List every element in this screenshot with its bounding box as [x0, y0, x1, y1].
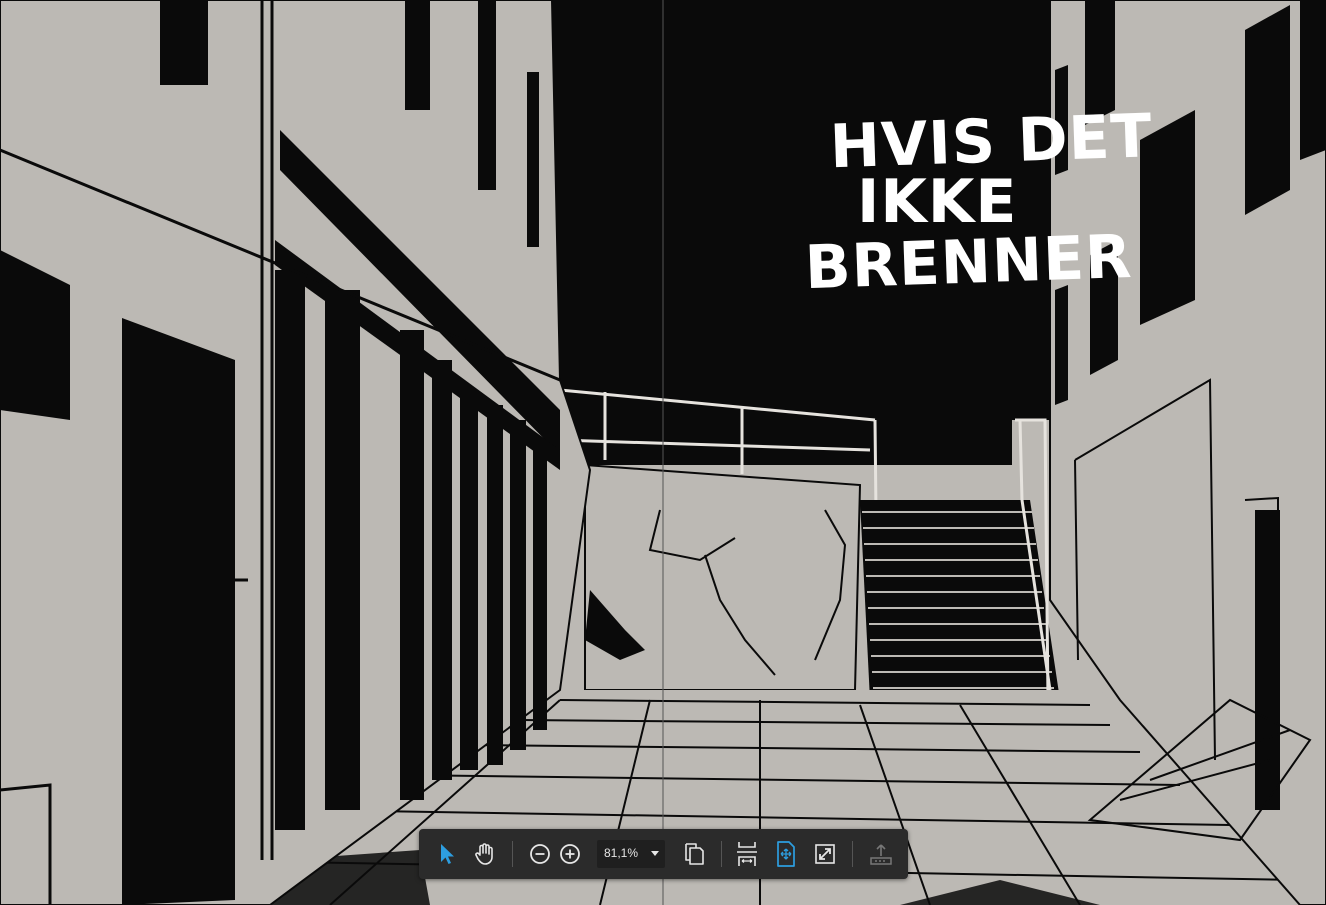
title-line-3: BRENNER — [804, 222, 1134, 303]
document-viewer[interactable]: HVIS DET IKKE BRENNER 81,1% — [0, 0, 1326, 905]
upload-button[interactable] — [866, 839, 896, 869]
hand-icon — [475, 843, 493, 865]
zoom-in-button[interactable] — [555, 839, 585, 869]
copy-pages-icon — [685, 843, 704, 865]
zoom-level-value: 81,1% — [604, 846, 639, 860]
hand-tool-button[interactable] — [470, 839, 500, 869]
floating-toolbar: 81,1% — [419, 829, 908, 879]
comic-page-illustration: HVIS DET IKKE BRENNER — [0, 0, 1326, 905]
toolbar-separator — [721, 841, 722, 867]
select-tool-button[interactable] — [432, 839, 462, 869]
page-display-button[interactable] — [679, 839, 709, 869]
fit-width-icon — [737, 842, 757, 866]
fit-page-button[interactable] — [771, 839, 801, 869]
pointer-arrow-icon — [441, 844, 454, 864]
plus-circle-icon — [560, 844, 580, 864]
toolbar-separator — [512, 841, 513, 867]
full-screen-button[interactable] — [810, 839, 840, 869]
expand-arrows-icon — [815, 844, 835, 864]
toolbar-separator — [852, 841, 853, 867]
minus-circle-icon — [530, 844, 550, 864]
fit-width-button[interactable] — [732, 839, 762, 869]
upload-icon — [870, 844, 892, 865]
fit-page-icon — [777, 841, 795, 867]
zoom-out-button[interactable] — [525, 839, 555, 869]
caret-down-icon — [651, 851, 659, 856]
zoom-level-select[interactable]: 81,1% — [597, 840, 665, 868]
